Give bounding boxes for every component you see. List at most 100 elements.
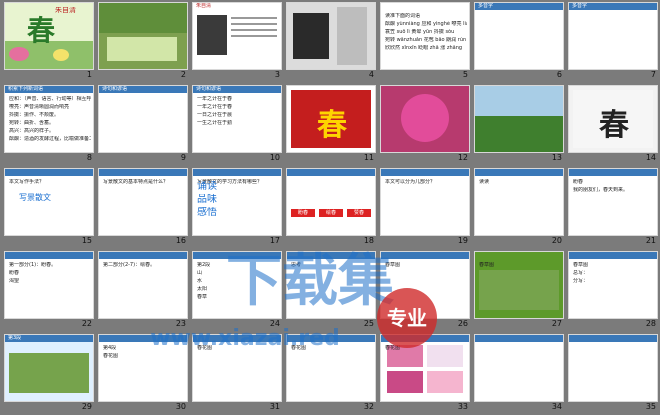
slide-text-line: 春草图 (479, 262, 495, 268)
slide-preview[interactable]: 读读 (474, 168, 564, 236)
slide-thumbnail[interactable]: 朱自清春 1 (2, 0, 96, 83)
slide-number: 30 (175, 402, 186, 411)
slide-preview[interactable]: 第3段 (4, 334, 94, 402)
slide-preview[interactable]: 盼春 绘春 赞春 (286, 168, 376, 236)
slide-thumbnail[interactable]: 思考 25 (284, 249, 378, 332)
slide-text-line: 春草图 (385, 262, 401, 268)
slide-preview[interactable]: 诗句和谚语 一年之计在于春 一年之计在于春 一日之计在于晨 一生之计在于勤 (192, 85, 282, 153)
slide-number: 4 (368, 70, 374, 79)
slide-number: 8 (86, 153, 92, 162)
slide-preview[interactable]: 本文可以分为几部分？ (380, 168, 470, 236)
slide-text-line: 春花图 (197, 345, 213, 351)
slide-thumbnail[interactable]: 春花图 33 (378, 332, 472, 415)
slide-text-line: 宛转 wǎnzhuǎn 花苞 bāo 朗润 rùn (385, 37, 467, 43)
slide-thumbnail[interactable]: 春草图 总写： 分写： 28 (566, 249, 660, 332)
slide-number: 34 (551, 402, 562, 411)
slide-thumbnail[interactable]: 4 (284, 0, 378, 83)
slide-thumbnail[interactable]: 本文写作手法？ 写景散文 15 (2, 166, 96, 249)
slide-sorter-grid: 朱自清春 1 2 朱自清 3 4 读准下面的词语 酝酿 yùnniàng 应和 yìnghè … (0, 0, 660, 415)
slide-text-line: 应和：（声音、语言、行动等）相互呼应。 (9, 96, 91, 102)
slide-thumbnail[interactable]: 春草图 26 (378, 249, 472, 332)
slide-preview[interactable]: 写景散文的基本特点是什么？ (98, 168, 188, 236)
slide-number: 18 (363, 236, 374, 245)
slide-thumbnail[interactable]: 第一部分(1)：盼春。 盼春 渴望 22 (2, 249, 96, 332)
slide-preview[interactable]: 积累下列新词语应和：（声音、语言、行动等）相互呼应。嘹亮：声音清晰圆润而响亮抖擞… (4, 85, 94, 153)
slide-thumbnail[interactable]: 第2段山水太阳 春草 24 (190, 249, 284, 332)
slide-number: 15 (81, 236, 92, 245)
slide-title: 多音字 (572, 3, 588, 9)
slide-thumbnail[interactable]: 春花图 31 (190, 332, 284, 415)
slide-preview[interactable]: 春 (286, 85, 376, 153)
slide-preview[interactable]: 多音字 (568, 2, 658, 70)
slide-thumbnail[interactable]: 诗句和谚语 9 (96, 83, 190, 166)
slide-preview[interactable]: 第二部分(2-7)：绘春。 (98, 251, 188, 319)
slide-preview[interactable]: 朱自清 (192, 2, 282, 70)
slide-thumbnail[interactable]: 多音字 6 (472, 0, 566, 83)
slide-preview[interactable]: 第2段山水太阳 春草 (192, 251, 282, 319)
slide-preview[interactable] (380, 85, 470, 153)
slide-title: 诗句和谚语 (196, 86, 222, 92)
slide-thumbnail[interactable]: 读准下面的词语 酝酿 yùnniàng 应和 yìnghè 嘹亮 liáo 蓑笠 s… (378, 0, 472, 83)
slide-thumbnail[interactable]: 春 11 (284, 83, 378, 166)
slide-text-line: 第一部分(1)：盼春。 (9, 262, 57, 268)
slide-text-line: 本文写作手法？ (9, 179, 45, 185)
slide-preview[interactable]: 春草图 (380, 251, 470, 319)
slide-preview[interactable]: 本文写作手法？ 写景散文 (4, 168, 94, 236)
slide-thumbnail[interactable]: 写景散文的学习方法有哪些？ 诵读 品味 感悟 17 (190, 166, 284, 249)
slide-number: 12 (457, 153, 468, 162)
slide-preview[interactable]: 春草图 (474, 251, 564, 319)
slide-text-line: 抖擞：振作、不颓废。 (9, 112, 60, 118)
slide-thumbnail[interactable]: 春草图 27 (472, 249, 566, 332)
slide-text-line: 春花图 (291, 345, 307, 351)
slide-thumbnail[interactable]: 盼春 我的朋友们，春天到来。 21 (566, 166, 660, 249)
slide-preview[interactable]: 第4段 春花图 (98, 334, 188, 402)
slide-thumbnail[interactable]: 读读 20 (472, 166, 566, 249)
slide-text-line: 本文可以分为几部分？ (385, 179, 436, 185)
slide-preview[interactable]: 春花图 (380, 334, 470, 402)
slide-preview[interactable]: 春花图 (192, 334, 282, 402)
slide-preview[interactable] (474, 85, 564, 153)
slide-title: 朱自清 (196, 3, 212, 9)
slide-preview[interactable]: 第一部分(1)：盼春。 盼春 渴望 (4, 251, 94, 319)
slide-thumbnail[interactable]: 34 (472, 332, 566, 415)
slide-title: 朱自清 (55, 7, 76, 14)
slide-number: 33 (457, 402, 468, 411)
slide-thumbnail[interactable]: 35 (566, 332, 660, 415)
slide-thumbnail[interactable]: 本文可以分为几部分？ 19 (378, 166, 472, 249)
slide-preview[interactable] (98, 2, 188, 70)
slide-preview[interactable]: 盼春 我的朋友们，春天到来。 (568, 168, 658, 236)
slide-title: 积累下列新词语 (8, 86, 44, 92)
slide-thumbnail[interactable]: 13 (472, 83, 566, 166)
slide-thumbnail[interactable]: 12 (378, 83, 472, 166)
slide-thumbnail[interactable]: 第二部分(2-7)：绘春。 23 (96, 249, 190, 332)
slide-thumbnail[interactable]: 多音字 7 (566, 0, 660, 83)
slide-preview[interactable] (286, 2, 376, 70)
slide-thumbnail[interactable]: 2 (96, 0, 190, 83)
slide-thumbnail[interactable]: 朱自清 3 (190, 0, 284, 83)
slide-preview[interactable]: 多音字 (474, 2, 564, 70)
slide-thumbnail[interactable]: 积累下列新词语应和：（声音、语言、行动等）相互呼应。嘹亮：声音清晰圆润而响亮抖擞… (2, 83, 96, 166)
slide-text-line: 水 (197, 278, 203, 284)
slide-preview[interactable] (568, 334, 658, 402)
slide-thumbnail[interactable]: 第4段 春花图 30 (96, 332, 190, 415)
slide-number: 9 (180, 153, 186, 162)
slide-thumbnail[interactable]: 春 14 (566, 83, 660, 166)
slide-preview[interactable]: 思考 (286, 251, 376, 319)
slide-thumbnail[interactable]: 春花图 32 (284, 332, 378, 415)
slide-thumbnail[interactable]: 诗句和谚语 一年之计在于春 一年之计在于春 一日之计在于晨 一生之计在于勤 10 (190, 83, 284, 166)
slide-big-character: 春 (599, 108, 629, 143)
slide-preview[interactable]: 春 (568, 85, 658, 153)
slide-preview[interactable]: 诗句和谚语 (98, 85, 188, 153)
slide-thumbnail[interactable]: 盼春 绘春 赞春 18 (284, 166, 378, 249)
slide-number: 6 (556, 70, 562, 79)
slide-preview[interactable]: 春草图 总写： 分写： (568, 251, 658, 319)
slide-preview[interactable]: 写景散文的学习方法有哪些？ 诵读 品味 感悟 (192, 168, 282, 236)
slide-preview[interactable] (474, 334, 564, 402)
slide-thumbnail[interactable]: 第3段 29 (2, 332, 96, 415)
slide-thumbnail[interactable]: 写景散文的基本特点是什么？ 16 (96, 166, 190, 249)
slide-text-line: 太阳 (197, 286, 208, 292)
slide-preview[interactable]: 春花图 (286, 334, 376, 402)
slide-preview[interactable]: 读准下面的词语 酝酿 yùnniàng 应和 yìnghè 嘹亮 liáo 蓑笠 s… (380, 2, 470, 70)
slide-preview[interactable]: 朱自清春 (4, 2, 94, 70)
slide-big-character: 春 (317, 108, 347, 143)
